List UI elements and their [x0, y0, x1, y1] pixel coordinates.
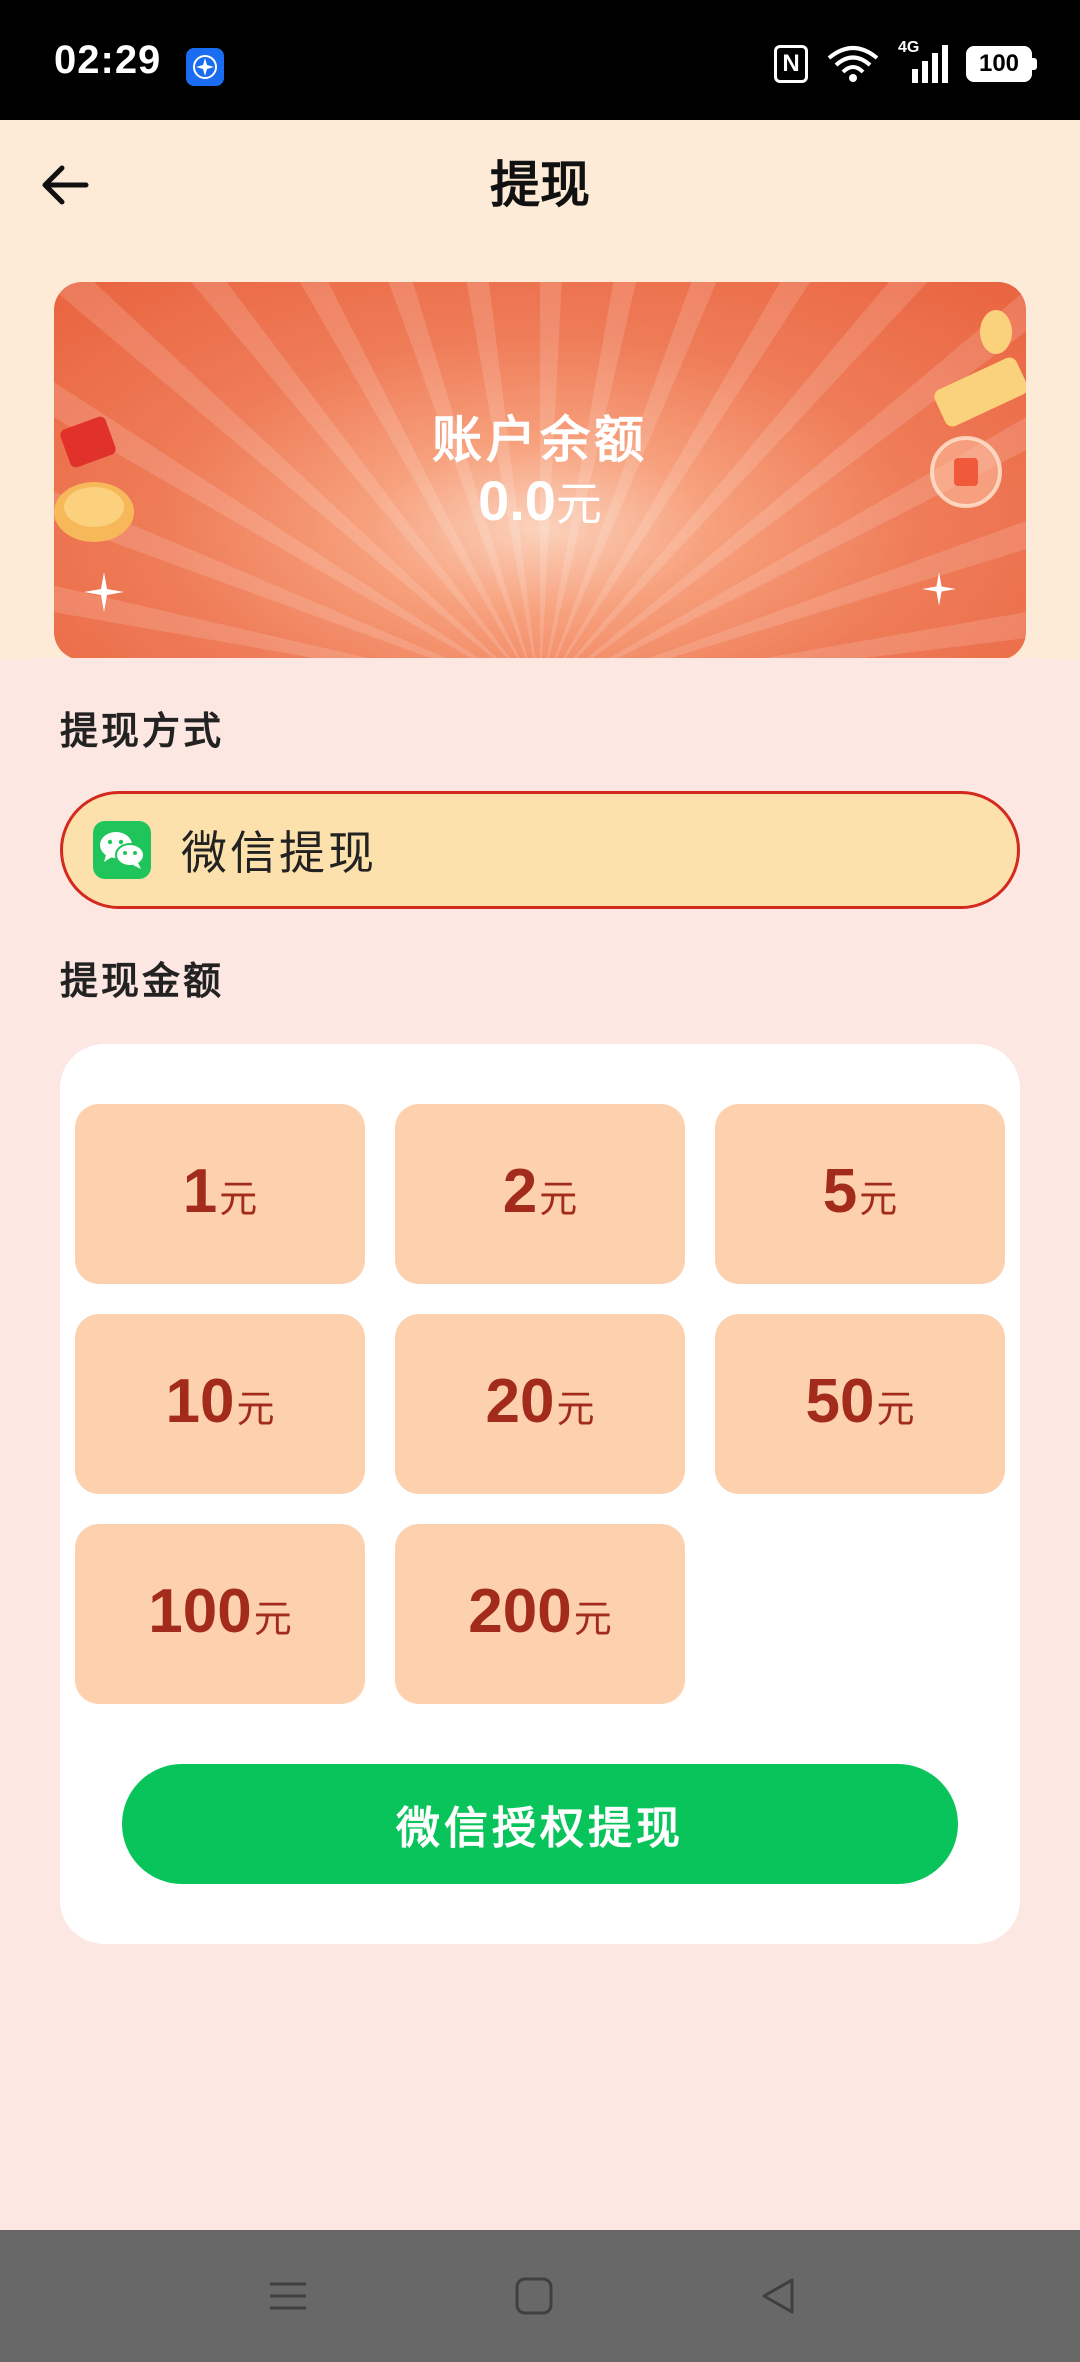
amount-unit: 元	[539, 1177, 578, 1221]
amount-value: 1	[182, 1157, 218, 1226]
balance-amount-row: 0.0元	[54, 468, 1026, 534]
amount-value: 2	[502, 1157, 538, 1226]
menu-icon	[270, 2282, 306, 2310]
sparkle-decoration	[84, 572, 124, 612]
balance-unit: 元	[555, 477, 602, 531]
nfc-icon: N	[774, 45, 808, 83]
back-nav-button[interactable]	[748, 2266, 808, 2326]
amount-value: 5	[822, 1157, 858, 1226]
status-bar: 02:29 N 4G 100	[0, 0, 1080, 120]
amount-unit: 元	[236, 1387, 275, 1431]
amount-option-200[interactable]: 200 元	[395, 1524, 685, 1704]
amount-option-50[interactable]: 50 元	[715, 1314, 1005, 1494]
system-nav-bar	[0, 2230, 1080, 2362]
amount-value: 20	[485, 1367, 555, 1436]
app-notification-icon	[186, 48, 224, 86]
sparkle-decoration	[922, 572, 956, 606]
wechat-method-label: 微信提现	[181, 826, 377, 880]
wifi-icon	[827, 46, 879, 82]
amount-value: 200	[468, 1577, 572, 1646]
amount-option-100[interactable]: 100 元	[75, 1524, 365, 1704]
back-triangle-icon	[762, 2278, 794, 2314]
home-icon	[515, 2277, 553, 2315]
wechat-method-option[interactable]: 微信提现	[60, 791, 1020, 909]
amount-unit: 元	[859, 1177, 898, 1221]
wechat-icon	[93, 821, 151, 879]
balance-banner: 账户余额 0.0元	[54, 282, 1026, 660]
amount-unit: 元	[253, 1597, 292, 1641]
wechat-authorize-withdraw-button[interactable]: 微信授权提现	[122, 1764, 958, 1884]
amount-card: 1元 2元 5元 10 元 20 元 50 元 100 元 200 元 微信授权…	[60, 1044, 1020, 1944]
amount-unit: 元	[219, 1177, 258, 1221]
amount-option-20[interactable]: 20 元	[395, 1314, 685, 1494]
withdraw-amount-label: 提现金额	[60, 959, 225, 1003]
amount-option-5[interactable]: 5元	[715, 1104, 1005, 1284]
signal-icon: 4G	[898, 39, 948, 85]
amount-unit: 元	[876, 1387, 915, 1431]
amount-grid: 1元 2元 5元 10 元 20 元 50 元 100 元 200 元	[75, 1104, 1005, 1704]
amount-option-1[interactable]: 1元	[75, 1104, 365, 1284]
main-sheet: 提现方式 微信提现 提现金额 1元 2元 5 元 10 元 20 元 50 元 …	[0, 658, 1080, 2230]
amount-value: 10	[165, 1367, 235, 1436]
balance-label: 账户余额	[432, 411, 648, 469]
status-time: 02:29	[54, 38, 162, 82]
balance-amount: 0.0	[478, 469, 556, 532]
home-button[interactable]	[504, 2266, 564, 2326]
amount-option-2[interactable]: 2元	[395, 1104, 685, 1284]
amount-option-10[interactable]: 10 元	[75, 1314, 365, 1494]
withdraw-method-label: 提现方式	[60, 709, 225, 753]
menu-button[interactable]	[258, 2266, 318, 2326]
amount-value: 50	[805, 1367, 875, 1436]
amount-unit: 元	[556, 1387, 595, 1431]
status-icons: N 4G 100	[774, 39, 1037, 86]
page-title: 提现	[490, 156, 590, 214]
battery-icon: 100	[966, 46, 1037, 82]
amount-value: 100	[148, 1577, 252, 1646]
amount-unit: 元	[573, 1597, 612, 1641]
